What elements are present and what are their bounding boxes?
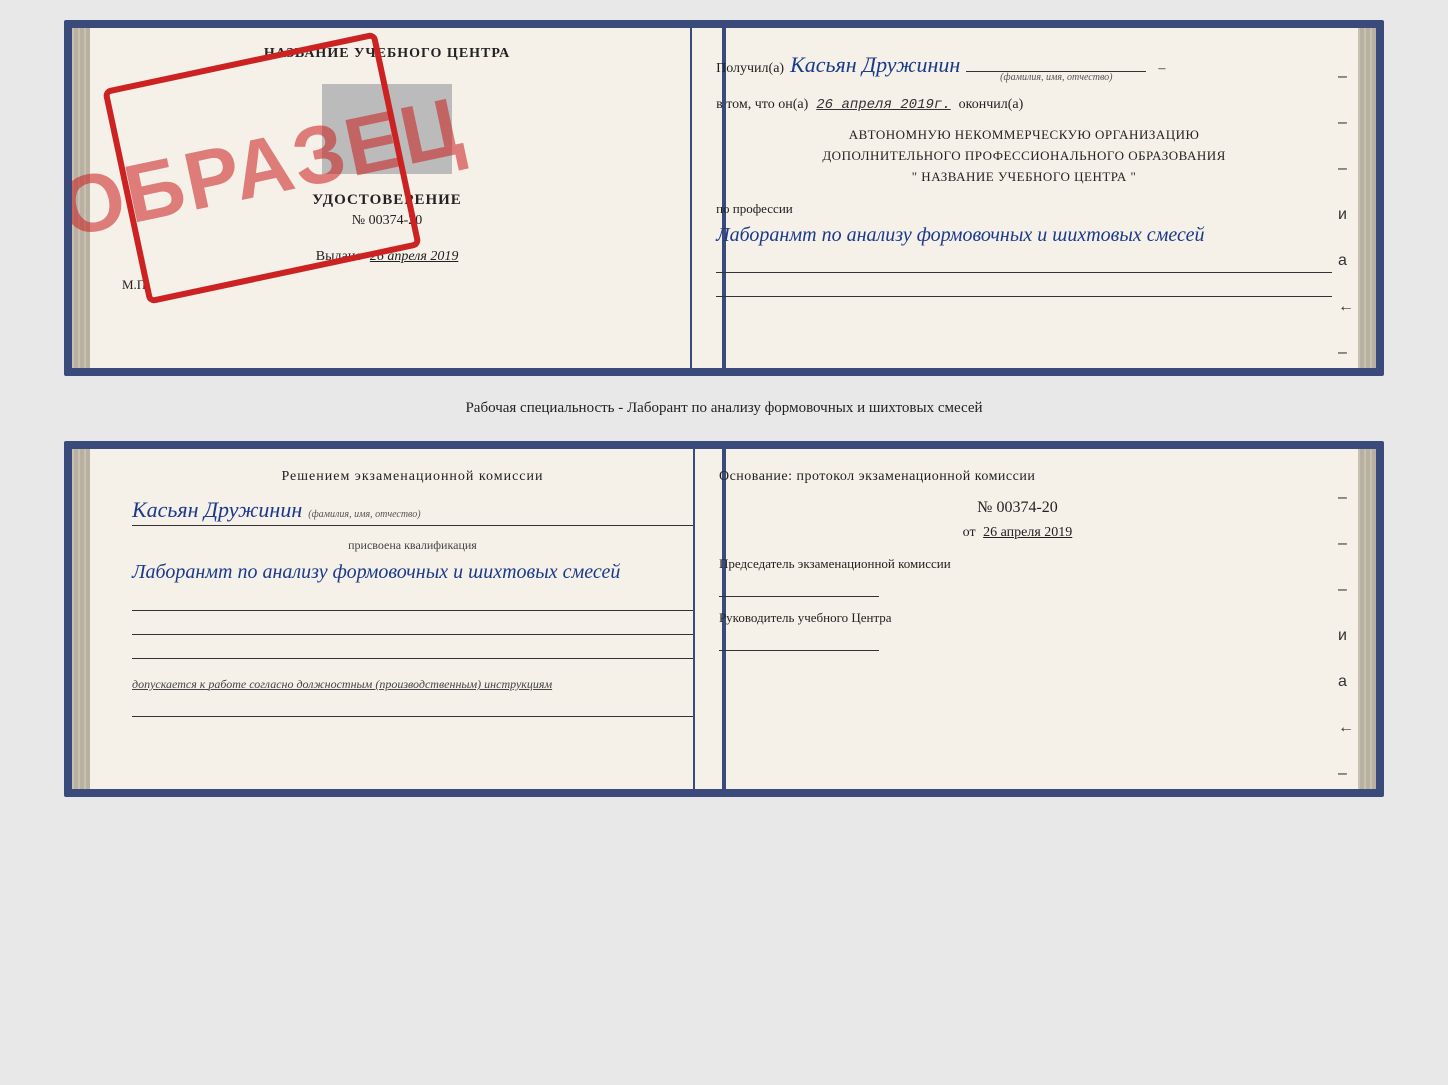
bottom-underline-1 [132,593,693,611]
osnovanie-text: Основание: протокол экзаменационной коми… [719,469,1316,485]
predsedatel-label: Председатель экзаменационной комиссии [719,555,1316,573]
bar-4: – [1338,344,1354,362]
ot-label: от [963,525,976,540]
rukovoditel-signature-line [719,631,879,651]
bottom-doc-left-panel: Решением экзаменационной комиссии Касьян… [72,449,695,789]
vtom-line: в том, что он(а) 26 апреля 2019г. окончи… [716,97,1332,113]
po-professii-label: по профессии [716,201,1332,217]
org-line1: АВТОНОМНУЮ НЕКОММЕРЧЕСКУЮ ОРГАНИЗАЦИЮ [716,125,1332,146]
bar-а: а [1338,252,1354,270]
bar-и: и [1338,206,1354,224]
bar-1: – [1338,68,1354,86]
photo-placeholder [322,84,452,174]
bottom-underline-4 [132,699,693,717]
fio-hint: (фамилия, имя, отчество) [1000,72,1112,83]
bottom-underline-2 [132,617,693,635]
profession-handwritten: Лаборанмт по анализу формовочных и шихто… [716,221,1332,249]
udostoverenie-title: УДОСТОВЕРЕНИЕ [312,192,462,209]
bar-bи: и [1338,627,1354,645]
top-document: НАЗВАНИЕ УЧЕБНОГО ЦЕНТРА УДОСТОВЕРЕНИЕ №… [64,20,1384,376]
spine-right-decoration-2 [1358,449,1376,789]
poluchil-label: Получил(a) [716,61,784,77]
bar-barrow: ← [1338,719,1354,737]
predsedatel-signature-line [719,577,879,597]
udostoverenie-number: № 00374-20 [352,213,423,229]
ot-line: от 26 апреля 2019 [719,525,1316,541]
school-name-title: НАЗВАНИЕ УЧЕБНОГО ЦЕНТРА [264,46,510,62]
dopuskaetsya-line: допускается к работе согласно должностны… [132,675,693,693]
bar-b4: – [1338,765,1354,783]
protokol-number: № 00374-20 [719,499,1316,517]
vydano-date: 26 апреля 2019 [370,249,458,264]
ot-date: 26 апреля 2019 [983,525,1072,540]
vtom-label: в том, что он(а) [716,97,808,113]
specialty-line: Рабочая специальность - Лаборант по анал… [465,400,982,417]
bar-b1: – [1338,489,1354,507]
bar-b3: – [1338,581,1354,599]
right-bars-bottom: – – – и а ← – – [1338,489,1354,797]
spine-right-decoration [1358,28,1376,368]
vydano-label: Выдано [316,249,363,264]
org-line2: ДОПОЛНИТЕЛЬНОГО ПРОФЕССИОНАЛЬНОГО ОБРАЗО… [716,146,1332,167]
bar-b2: – [1338,535,1354,553]
poluchil-line: Получил(a) Касьян Дружинин (фамилия, имя… [716,52,1332,83]
prisvoena-label: присвоена квалификация [132,538,693,553]
completed-date: 26 апреля 2019г. [816,97,950,113]
name-row: Касьян Дружинин (фамилия, имя, отчество) [132,497,693,526]
top-doc-left-panel: НАЗВАНИЕ УЧЕБНОГО ЦЕНТРА УДОСТОВЕРЕНИЕ №… [72,28,692,368]
dopuskaetsya-label: допускается к [132,677,205,691]
bar-3: – [1338,160,1354,178]
mp-line: М.П. [122,277,149,293]
recipient-name: Касьян Дружинин [790,52,960,78]
org-block: АВТОНОМНУЮ НЕКОММЕРЧЕСКУЮ ОРГАНИЗАЦИЮ ДО… [716,125,1332,187]
bottom-underline-3 [132,641,693,659]
vydano-line: Выдано 26 апреля 2019 [316,249,459,265]
top-doc-right-panel: Получил(a) Касьян Дружинин (фамилия, имя… [692,28,1376,368]
resheniyem-label: Решением экзаменационной комиссии [132,469,693,485]
qualification-handwritten: Лаборанмт по анализу формовочных и шихто… [132,557,693,587]
bottom-recipient-name: Касьян Дружинин [132,497,302,523]
dash-separator: – [1158,61,1165,77]
org-line3: " НАЗВАНИЕ УЧЕБНОГО ЦЕНТРА " [716,167,1332,188]
okonchil-label: окончил(а) [959,97,1024,113]
bar-2: – [1338,114,1354,132]
underline-2 [716,279,1332,297]
bar-arrow: ← [1338,298,1354,316]
right-bars: – – – и а ← – – [1338,68,1354,376]
bottom-fio-hint: (фамилия, имя, отчество) [308,509,420,520]
bottom-document: Решением экзаменационной комиссии Касьян… [64,441,1384,797]
bar-bа: а [1338,673,1354,691]
bottom-doc-right-panel: Основание: протокол экзаменационной коми… [695,449,1376,789]
rukovoditel-label: Руководитель учебного Центра [719,609,1316,627]
underline-1 [716,255,1332,273]
dopuskaetsya-text: работе согласно должностным (производств… [208,677,552,691]
